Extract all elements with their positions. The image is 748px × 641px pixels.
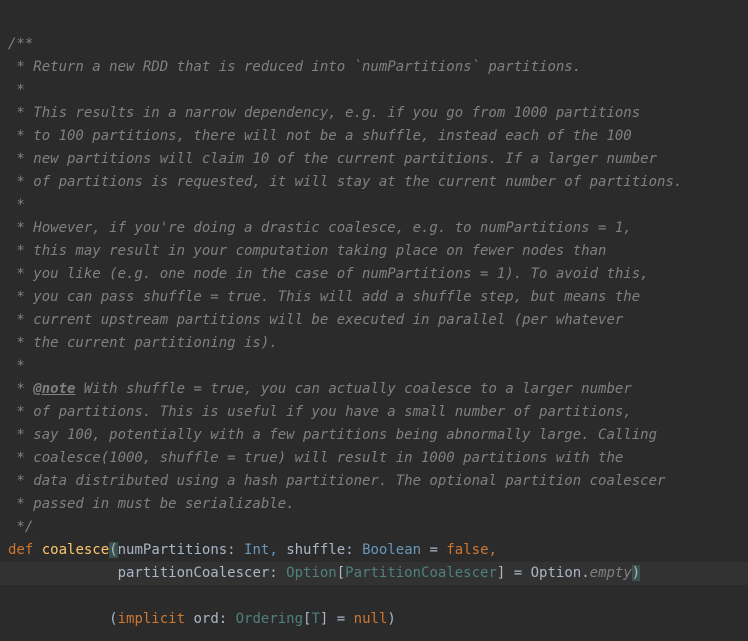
doc-comment-line: * current upstream partitions will be ex… — [8, 312, 623, 328]
doc-comment-line: * you can pass shuffle = true. This will… — [8, 289, 640, 305]
function-name: coalesce — [42, 542, 109, 558]
doc-comment-line: * the current partitioning is). — [8, 335, 278, 351]
method-signature-line-1: def coalesce(numPartitions: Int, shuffle… — [8, 542, 497, 558]
doc-comment-line: * data distributed using a hash partitio… — [8, 473, 665, 489]
doc-comment-line: * passed in must be serializable. — [8, 496, 295, 512]
doc-comment-line: * this may result in your computation ta… — [8, 243, 606, 259]
doc-comment-line: * of partitions is requested, it will st… — [8, 174, 682, 190]
doc-comment-line: * coalesce(1000, shuffle = true) will re… — [8, 450, 623, 466]
doc-comment-line: * to 100 partitions, there will not be a… — [8, 128, 632, 144]
method-signature-line-2: partitionCoalescer: Option[PartitionCoal… — [0, 562, 748, 585]
paren-open-highlight: ( — [109, 542, 117, 558]
doc-comment-line: * However, if you're doing a drastic coa… — [8, 220, 632, 236]
doc-comment-line: * of partitions. This is useful if you h… — [8, 404, 632, 420]
doc-comment-line: * — [8, 82, 25, 98]
doc-comment-line: * — [8, 358, 25, 374]
code-editor[interactable]: /** * Return a new RDD that is reduced i… — [0, 0, 748, 641]
doc-comment-line: * @note With shuffle = true, you can act… — [8, 381, 632, 397]
doc-note-tag: @note — [33, 381, 75, 397]
implicit-keyword: implicit — [118, 611, 185, 627]
doc-comment-line: * new partitions will claim 10 of the cu… — [8, 151, 657, 167]
def-keyword: def — [8, 542, 33, 558]
doc-comment-line: /** — [8, 36, 33, 52]
doc-comment-line: * say 100, potentially with a few partit… — [8, 427, 657, 443]
doc-comment-line: * This results in a narrow dependency, e… — [8, 105, 640, 121]
paren-close-highlight: ) — [632, 565, 640, 581]
doc-comment-line: * Return a new RDD that is reduced into … — [8, 59, 581, 75]
doc-comment-line: */ — [8, 519, 33, 535]
doc-comment-line: * you like (e.g. one node in the case of… — [8, 266, 649, 282]
doc-comment-line: * — [8, 197, 25, 213]
method-signature-line-3: (implicit ord: Ordering[T] = null) — [8, 611, 396, 627]
null-keyword: null — [354, 611, 388, 627]
